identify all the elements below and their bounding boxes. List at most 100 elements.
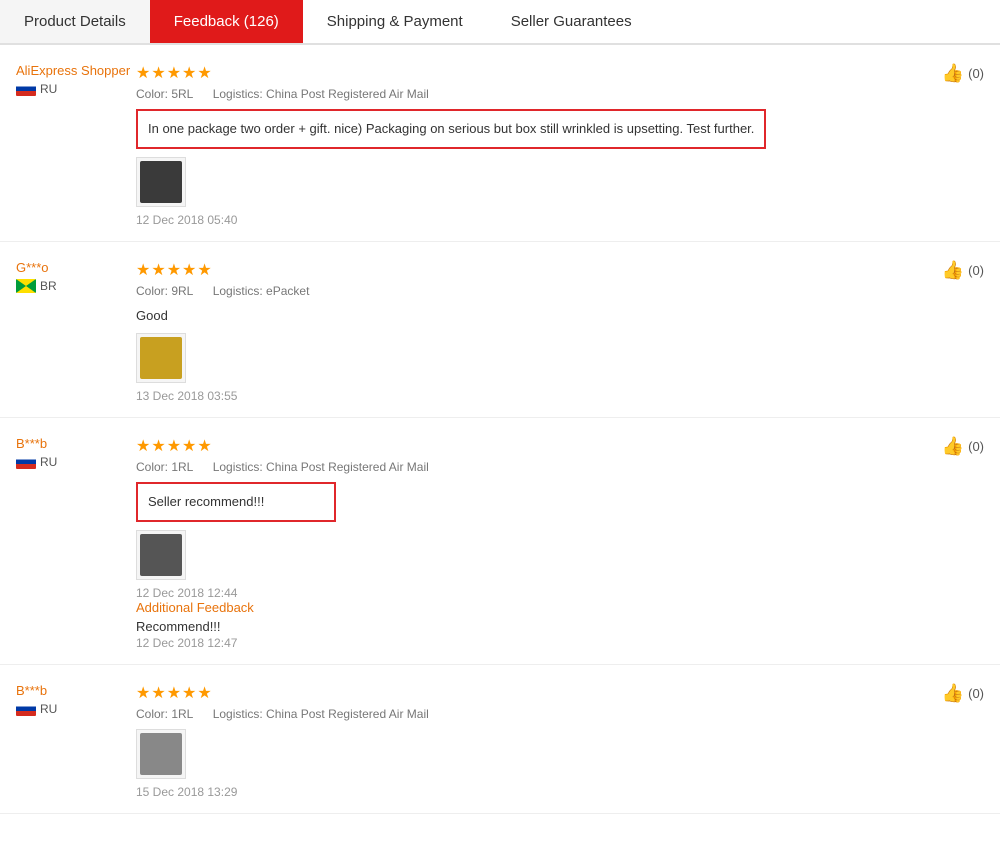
reviewer-flag: BR (16, 279, 57, 293)
review-meta: Color: 1RL Logistics: China Post Registe… (136, 707, 924, 721)
additional-feedback-text: Recommend!!! (136, 619, 924, 634)
review-meta: Color: 9RL Logistics: ePacket (136, 284, 924, 298)
review-body: ★★★★★Color: 1RL Logistics: China Post Re… (136, 436, 984, 650)
logistics-meta: Logistics: China Post Registered Air Mai… (213, 460, 429, 474)
like-button[interactable]: 👍 (0) (942, 63, 984, 84)
additional-feedback-label: Additional Feedback (136, 600, 924, 615)
country-code: RU (40, 455, 57, 469)
star-5: ★ (197, 683, 211, 703)
thumbs-up-icon: 👍 (942, 260, 964, 281)
star-4: ★ (182, 436, 196, 456)
star-4: ★ (182, 683, 196, 703)
star-1: ★ (136, 63, 150, 83)
review-item: B***bRU★★★★★Color: 1RL Logistics: China … (0, 665, 1000, 814)
star-3: ★ (167, 63, 181, 83)
star-rating: ★★★★★ (136, 260, 924, 280)
review-image-thumb (140, 733, 182, 775)
logistics-meta: Logistics: ePacket (213, 284, 310, 298)
reviewer-flag: RU (16, 455, 57, 469)
star-4: ★ (182, 260, 196, 280)
thumbs-up-icon: 👍 (942, 63, 964, 84)
review-body: ★★★★★Color: 1RL Logistics: China Post Re… (136, 683, 984, 799)
star-5: ★ (197, 63, 211, 83)
review-image-thumb (140, 337, 182, 379)
star-5: ★ (197, 260, 211, 280)
star-1: ★ (136, 436, 150, 456)
review-item: G***oBR★★★★★Color: 9RL Logistics: ePacke… (0, 242, 1000, 419)
review-image[interactable] (136, 157, 186, 207)
review-text: Good (136, 306, 924, 326)
tab-shipping-payment[interactable]: Shipping & Payment (303, 0, 487, 43)
color-meta: Color: 1RL (136, 460, 193, 474)
additional-feedback-date: 12 Dec 2018 12:47 (136, 636, 924, 650)
like-count: (0) (968, 439, 984, 454)
page-container: Product DetailsFeedback (126)Shipping & … (0, 0, 1000, 814)
review-body: ★★★★★Color: 5RL Logistics: China Post Re… (136, 63, 984, 227)
review-image-thumb (140, 161, 182, 203)
like-button[interactable]: 👍 (0) (942, 436, 984, 457)
reviewer-info: G***o BR (16, 260, 136, 404)
country-code: BR (40, 279, 57, 293)
star-1: ★ (136, 260, 150, 280)
color-meta: Color: 5RL (136, 87, 193, 101)
review-item: B***bRU★★★★★Color: 1RL Logistics: China … (0, 418, 1000, 665)
review-image[interactable] (136, 333, 186, 383)
review-body: ★★★★★Color: 9RL Logistics: ePacketGood13… (136, 260, 984, 404)
logistics-meta: Logistics: China Post Registered Air Mai… (213, 87, 429, 101)
reviewer-info: B***b RU (16, 683, 136, 799)
star-5: ★ (197, 436, 211, 456)
flag-icon-ru (16, 702, 36, 716)
star-rating: ★★★★★ (136, 683, 924, 703)
star-3: ★ (167, 260, 181, 280)
star-2: ★ (151, 683, 165, 703)
like-count: (0) (968, 263, 984, 278)
review-image[interactable] (136, 729, 186, 779)
review-meta: Color: 1RL Logistics: China Post Registe… (136, 460, 924, 474)
country-code: RU (40, 702, 57, 716)
color-meta: Color: 1RL (136, 707, 193, 721)
tab-product-details[interactable]: Product Details (0, 0, 150, 43)
reviewer-name: G***o (16, 260, 49, 275)
star-2: ★ (151, 260, 165, 280)
flag-icon-ru (16, 455, 36, 469)
like-count: (0) (968, 66, 984, 81)
star-rating: ★★★★★ (136, 436, 924, 456)
reviewer-flag: RU (16, 702, 57, 716)
reviewer-flag: RU (16, 82, 57, 96)
reviewer-info: AliExpress Shopper RU (16, 63, 136, 227)
country-code: RU (40, 82, 57, 96)
review-date: 13 Dec 2018 03:55 (136, 389, 924, 403)
thumbs-up-icon: 👍 (942, 436, 964, 457)
review-text-boxed: In one package two order + gift. nice) P… (136, 109, 766, 149)
star-3: ★ (167, 683, 181, 703)
star-2: ★ (151, 436, 165, 456)
thumbs-up-icon: 👍 (942, 683, 964, 704)
review-date: 15 Dec 2018 13:29 (136, 785, 924, 799)
like-button[interactable]: 👍 (0) (942, 683, 984, 704)
star-2: ★ (151, 63, 165, 83)
reviewer-name: AliExpress Shopper (16, 63, 130, 78)
review-item: AliExpress ShopperRU★★★★★Color: 5RL Logi… (0, 45, 1000, 242)
reviewer-name: B***b (16, 683, 47, 698)
star-4: ★ (182, 63, 196, 83)
reviewer-info: B***b RU (16, 436, 136, 650)
reviews-list: AliExpress ShopperRU★★★★★Color: 5RL Logi… (0, 45, 1000, 814)
star-1: ★ (136, 683, 150, 703)
flag-icon-ru (16, 82, 36, 96)
review-image-thumb (140, 534, 182, 576)
review-image[interactable] (136, 530, 186, 580)
review-date: 12 Dec 2018 12:44 (136, 586, 924, 600)
flag-icon-br (16, 279, 36, 293)
like-count: (0) (968, 686, 984, 701)
star-3: ★ (167, 436, 181, 456)
review-date: 12 Dec 2018 05:40 (136, 213, 924, 227)
tab-seller-guarantees[interactable]: Seller Guarantees (487, 0, 656, 43)
review-text-boxed: Seller recommend!!! (136, 482, 336, 522)
like-button[interactable]: 👍 (0) (942, 260, 984, 281)
tabs-bar: Product DetailsFeedback (126)Shipping & … (0, 0, 1000, 45)
reviewer-name: B***b (16, 436, 47, 451)
tab-feedback[interactable]: Feedback (126) (150, 0, 303, 43)
review-meta: Color: 5RL Logistics: China Post Registe… (136, 87, 924, 101)
star-rating: ★★★★★ (136, 63, 924, 83)
color-meta: Color: 9RL (136, 284, 193, 298)
